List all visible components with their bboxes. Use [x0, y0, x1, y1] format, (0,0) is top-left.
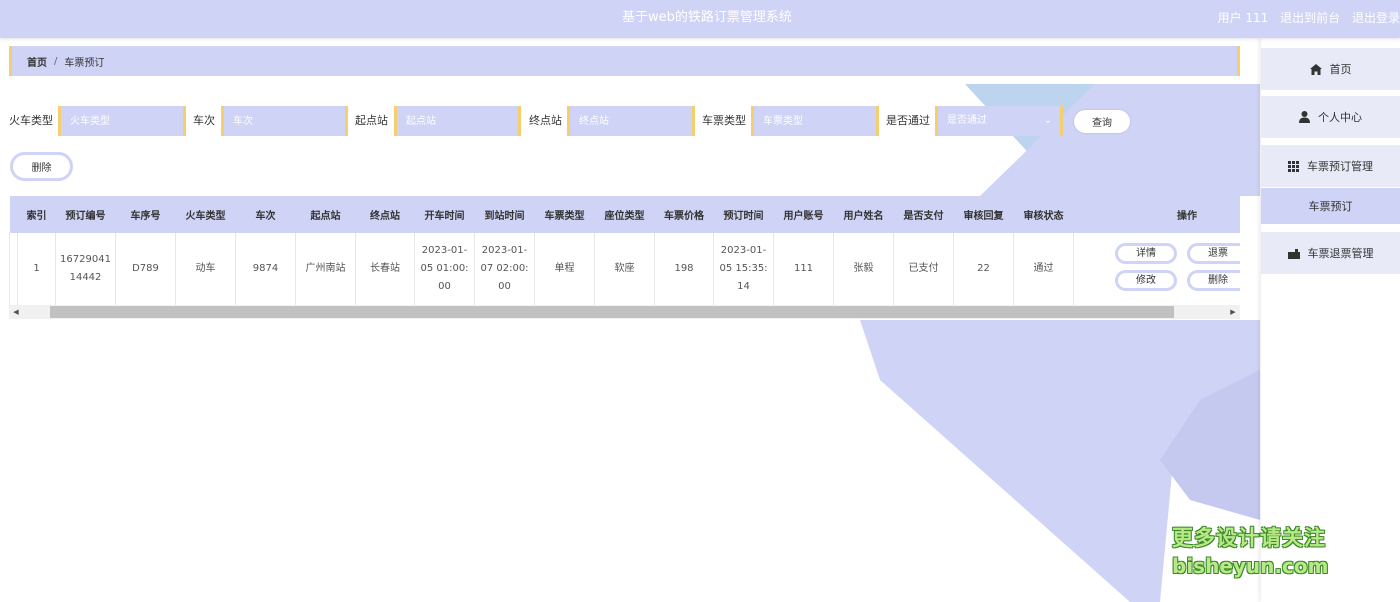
train-type-label: 火车类型	[9, 114, 53, 127]
breadcrumb-home[interactable]: 首页	[27, 54, 47, 69]
back-to-front-link[interactable]: 退出到前台	[1280, 11, 1340, 25]
train-no-input[interactable]	[221, 106, 348, 136]
column-header: 终点站	[370, 211, 400, 222]
app-title: 基于web的铁路订票管理系统	[622, 10, 792, 25]
refund-button[interactable]: 退票	[1187, 243, 1240, 264]
from-station-input[interactable]	[394, 106, 521, 136]
scroll-right-icon[interactable]: ▶	[1226, 305, 1240, 319]
from-station-label: 起点站	[355, 114, 388, 127]
table-header-row: 索引 预订编号 车序号 火车类型 车次 起点站 终点站 开车时间 到站时间 车票…	[9, 196, 1240, 233]
column-header: 起点站	[310, 211, 341, 222]
watermark-line1: 更多设计请关注	[1172, 526, 1326, 550]
to-station-input[interactable]	[567, 106, 695, 136]
sidebar-item-label: 个人中心	[1318, 111, 1362, 124]
sidebar-item-profile[interactable]: 个人中心	[1261, 96, 1400, 138]
user-icon	[1299, 111, 1310, 123]
cell-arrive-time: 2023-01-07 02:00:00	[474, 233, 535, 306]
cell-paid: 已支付	[893, 233, 954, 306]
booking-table: 索引 预订编号 车序号 火车类型 车次 起点站 终点站 开车时间 到站时间 车票…	[9, 196, 1240, 306]
home-icon	[1309, 63, 1322, 75]
sidebar-item-label: 车票退票管理	[1307, 247, 1374, 260]
watermark-line2: bisheyun.com	[1172, 554, 1329, 578]
watermark: 更多设计请关注 bisheyun.com	[1172, 524, 1328, 580]
ticket-type-input[interactable]	[751, 106, 879, 136]
query-button[interactable]: 查询	[1074, 110, 1130, 133]
top-header: 基于web的铁路订票管理系统 用户 111 退出到前台 退出登录	[0, 0, 1400, 38]
edit-button[interactable]: 修改	[1115, 270, 1177, 291]
sidebar-item-refund-management[interactable]: 车票退票管理	[1261, 232, 1400, 274]
column-header: 是否支付	[903, 211, 944, 222]
sidebar: 首页 个人中心 车票预订管理 车票预订 车票退票管理	[1261, 38, 1400, 602]
cell-booking-time: 2023-01-05 15:35:14	[713, 233, 774, 306]
train-type-input[interactable]	[58, 106, 186, 136]
column-header: 到站时间	[484, 211, 525, 222]
breadcrumb: 首页 / 车票预订	[9, 46, 1240, 76]
user-label: 用户 111	[1217, 11, 1269, 25]
approved-select[interactable]: 是否通过 ⌄	[935, 106, 1063, 136]
row-select-cell[interactable]	[9, 233, 18, 306]
sidebar-subitem-label: 车票预订	[1308, 200, 1353, 213]
sidebar-item-label: 车票预订管理	[1307, 160, 1373, 173]
table-row[interactable]: 1 1672904114442 D789 动车 9874 广州南站 长春站 20…	[9, 233, 1240, 306]
train-no-label: 车次	[193, 114, 215, 127]
to-station-label: 终点站	[529, 114, 562, 127]
sidebar-subitem-booking[interactable]: 车票预订	[1261, 188, 1400, 224]
column-header: 预订编号	[65, 211, 106, 222]
column-header: 火车类型	[185, 211, 226, 222]
column-header: 预订时间	[723, 211, 764, 222]
column-header: 操作	[1177, 211, 1197, 222]
column-header: 车票类型	[544, 211, 585, 222]
cell-train-no: 9874	[235, 233, 296, 306]
cell-depart-time: 2023-01-05 01:00:00	[414, 233, 475, 306]
cell-review-reply: 22	[953, 233, 1014, 306]
sidebar-item-booking-management[interactable]: 车票预订管理	[1261, 145, 1400, 187]
ticket-type-label: 车票类型	[702, 114, 746, 127]
cell-car-no: D789	[115, 233, 176, 306]
cell-from-station: 广州南站	[295, 233, 356, 306]
select-column-header	[10, 196, 18, 233]
column-header: 座位类型	[604, 211, 645, 222]
scrollbar-thumb[interactable]	[50, 306, 1174, 318]
column-header: 索引	[26, 211, 47, 222]
delete-row-button[interactable]: 删除	[1187, 270, 1240, 291]
cell-price: 198	[654, 233, 714, 306]
column-header: 车票价格	[664, 211, 704, 222]
header-user-links: 用户 111 退出到前台 退出登录	[1210, 0, 1400, 38]
cell-actions: 详情 退票 修改 删除	[1073, 233, 1240, 306]
column-header: 车序号	[130, 211, 161, 222]
column-header: 开车时间	[424, 211, 465, 222]
logout-link[interactable]: 退出登录	[1352, 11, 1400, 25]
cell-ticket-type: 单程	[534, 233, 595, 306]
column-header: 审核状态	[1023, 211, 1064, 222]
cell-to-station: 长春站	[355, 233, 415, 306]
ticket-icon	[1287, 248, 1300, 259]
cell-review-status: 通过	[1013, 233, 1074, 306]
column-header: 用户姓名	[843, 211, 884, 222]
approved-select-value: 是否通过	[947, 115, 987, 126]
detail-button[interactable]: 详情	[1115, 243, 1177, 264]
cell-train-type: 动车	[175, 233, 236, 306]
grid-icon	[1288, 160, 1299, 172]
column-header: 审核回复	[963, 211, 1004, 222]
column-header: 用户账号	[783, 211, 824, 222]
breadcrumb-current: 车票预订	[64, 57, 105, 69]
column-header: 车次	[255, 211, 276, 222]
batch-delete-button[interactable]: 删除	[10, 152, 73, 181]
booking-table-container: 索引 预订编号 车序号 火车类型 车次 起点站 终点站 开车时间 到站时间 车票…	[9, 196, 1240, 320]
cell-user-account: 111	[773, 233, 834, 306]
scroll-left-icon[interactable]: ◀	[9, 305, 23, 319]
cell-booking-no: 1672904114442	[55, 233, 116, 306]
chevron-down-icon: ⌄	[1043, 115, 1052, 126]
cell-user-name: 张毅	[833, 233, 894, 306]
sidebar-item-home[interactable]: 首页	[1261, 48, 1400, 90]
approved-label: 是否通过	[886, 114, 930, 127]
cell-seat-type: 软座	[594, 233, 655, 306]
breadcrumb-separator: /	[54, 55, 58, 67]
horizontal-scrollbar[interactable]: ◀ ▶	[9, 305, 1240, 319]
cell-index: 1	[17, 233, 56, 306]
sidebar-item-label: 首页	[1329, 63, 1352, 76]
